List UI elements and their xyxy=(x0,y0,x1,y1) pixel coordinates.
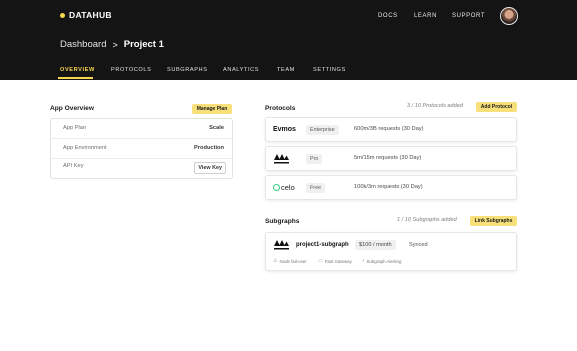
view-key-button[interactable]: View Key xyxy=(194,162,226,174)
protocols-title: Protocols xyxy=(265,105,296,112)
link-subgraphs-button[interactable]: Link Subgraphs xyxy=(470,216,517,226)
tab-analytics[interactable]: ANALYTICS xyxy=(223,67,259,73)
tab-settings[interactable]: SETTINGS xyxy=(313,67,346,73)
celo-name: celo xyxy=(281,183,295,192)
feature-node-failover: ⚠ Node fail-over xyxy=(273,258,307,264)
nav-docs[interactable]: DOCS xyxy=(378,13,398,19)
subgraphs-count: 1 / 10 Subgraphs added xyxy=(397,217,457,223)
app-plan-label: App Plan xyxy=(63,125,87,131)
avalanche-logo-icon xyxy=(274,154,289,164)
app-environment-label: App Environment xyxy=(63,145,107,151)
protocol-plan-badge: Free xyxy=(306,183,326,193)
app-plan-value: Scale xyxy=(209,125,224,131)
tab-subgraphs[interactable]: SUBGRAPHS xyxy=(167,67,208,73)
app-overview-title: App Overview xyxy=(50,105,94,112)
breadcrumb-dashboard[interactable]: Dashboard xyxy=(60,39,106,50)
protocol-card-celo[interactable]: celo Free 100k/3m requests (30 Day) xyxy=(265,175,517,200)
protocol-card-avalanche[interactable]: Pro 5m/15m requests (30 Day) xyxy=(265,146,517,171)
protocols-count: 3 / 10 Protocols added xyxy=(407,103,463,109)
bell-icon: ♪ xyxy=(362,258,365,264)
protocol-requests: 600m/3B requests (30 Day) xyxy=(354,126,424,132)
protocol-plan-badge: Pro xyxy=(306,154,323,164)
feature-fast-gateway: ▭ Fast Gateway xyxy=(318,258,352,264)
chevron-right-icon: > xyxy=(112,39,118,50)
subgraph-price-badge: $100 / month xyxy=(355,240,396,250)
add-protocol-button[interactable]: Add Protocol xyxy=(476,102,517,112)
app-environment-value: Production xyxy=(193,145,224,151)
subgraphs-title: Subgraphs xyxy=(265,218,300,225)
feature-label: Subgraph Alerting xyxy=(366,258,402,264)
app-overview-card: App Plan Scale App Environment Productio… xyxy=(50,118,233,179)
warning-icon: ⚠ xyxy=(273,258,278,264)
feature-label: Fast Gateway xyxy=(324,258,352,264)
subgraph-card[interactable]: project1-subgraph $100 / month Synced ⚠ … xyxy=(265,232,517,271)
nav-support[interactable]: SUPPORT xyxy=(452,13,485,19)
subgraph-name: project1-subgraph xyxy=(296,242,349,248)
app-plan-row: App Plan Scale xyxy=(51,119,232,139)
user-avatar[interactable] xyxy=(500,7,518,25)
celo-logo: celo xyxy=(273,183,295,192)
protocol-card-evmos[interactable]: Evmos Enterprise 600m/3B requests (30 Da… xyxy=(265,117,517,142)
protocol-plan-badge: Enterprise xyxy=(306,125,339,135)
tab-team[interactable]: TEAM xyxy=(277,67,295,73)
protocol-requests: 100k/3m requests (30 Day) xyxy=(354,184,423,190)
datahub-logo[interactable]: DATAHUB xyxy=(60,10,112,20)
logo-dot-icon xyxy=(60,12,65,18)
avalanche-logo-icon xyxy=(274,240,289,250)
app-environment-row: App Environment Production xyxy=(51,139,232,159)
active-tab-indicator xyxy=(58,77,93,79)
brand-name: DATAHUB xyxy=(69,10,112,20)
celo-ring-icon xyxy=(273,184,280,191)
tab-overview[interactable]: OVERVIEW xyxy=(60,67,95,73)
nav-learn[interactable]: LEARN xyxy=(414,13,437,19)
gateway-icon: ▭ xyxy=(318,258,323,264)
api-key-row: API Key View Key xyxy=(51,159,232,179)
tab-protocols[interactable]: PROTOCOLS xyxy=(111,67,151,73)
top-header: DATAHUB DOCS LEARN SUPPORT Dashboard > P… xyxy=(0,0,577,80)
api-key-label: API Key xyxy=(63,163,84,169)
breadcrumb: Dashboard > Project 1 xyxy=(60,39,164,50)
protocol-requests: 5m/15m requests (30 Day) xyxy=(354,155,422,161)
feature-label: Node fail-over xyxy=(279,258,307,264)
subgraph-status: Synced xyxy=(409,242,428,248)
page-title: Project 1 xyxy=(123,39,164,50)
evmos-logo: Evmos xyxy=(273,126,296,133)
feature-subgraph-alerting: ♪ Subgraph Alerting xyxy=(362,258,401,264)
manage-plan-button[interactable]: Manage Plan xyxy=(192,104,232,114)
